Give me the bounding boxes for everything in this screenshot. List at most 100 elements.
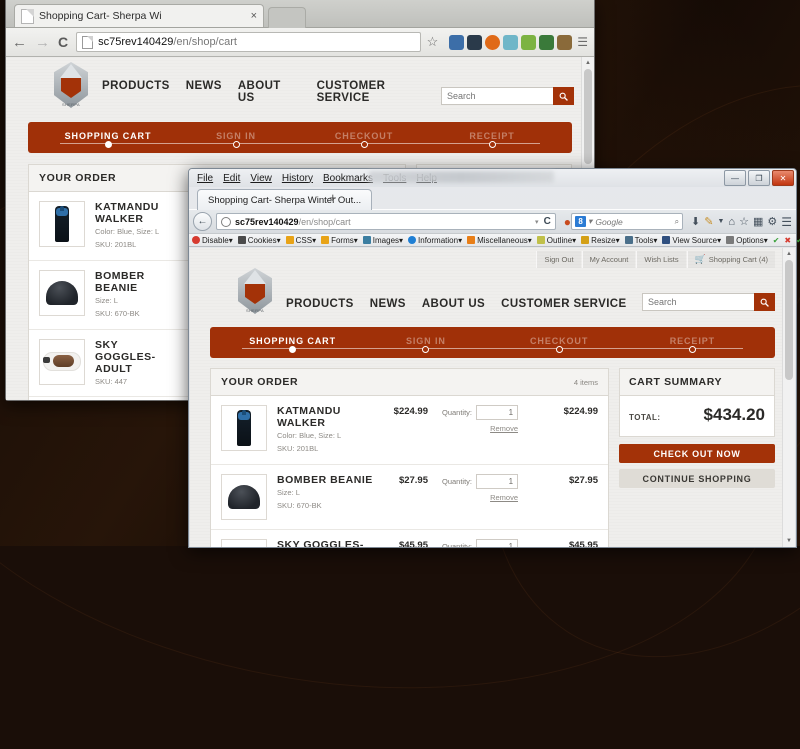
extension-selenium-icon[interactable]	[539, 34, 555, 50]
progress-step-sign-in[interactable]: SIGN IN	[172, 131, 300, 141]
star-icon[interactable]: ☆	[739, 215, 749, 228]
product-thumbnail[interactable]	[221, 473, 267, 520]
search-input[interactable]	[642, 293, 754, 311]
devbar-item-images[interactable]: Images ▾	[362, 236, 403, 245]
dropdown-caret-icon[interactable]: ▼	[717, 218, 724, 225]
menu-edit[interactable]: Edit	[223, 173, 240, 184]
site-search[interactable]	[642, 293, 775, 311]
pocket-icon[interactable]: ⚙	[767, 215, 777, 228]
product-name[interactable]: KATMANDU WALKER	[277, 405, 376, 429]
chrome-address-bar[interactable]: sc75rev140429/en/shop/cart	[76, 32, 421, 52]
product-name[interactable]: BOMBER BEANIE	[277, 474, 376, 486]
chrome-tab-strip[interactable]: Shopping Cart- Sherpa Wi ×	[6, 0, 594, 28]
product-thumbnail[interactable]	[39, 338, 85, 385]
link-sign-out[interactable]: Sign Out	[536, 251, 580, 268]
product-name[interactable]: BOMBER BEANIE	[95, 270, 173, 294]
sherpa-logo-icon[interactable]: SHERPA	[238, 268, 272, 314]
remove-link[interactable]: Remove	[472, 493, 518, 502]
product-name[interactable]: SKY GOGGLES-ADULT	[95, 339, 173, 375]
devbar-item-disable[interactable]: Disable ▾	[192, 236, 233, 245]
progress-step-sign-in[interactable]: SIGN IN	[359, 336, 492, 346]
scroll-down-icon[interactable]: ▼	[783, 535, 795, 547]
firefox-address-bar[interactable]: sc75rev140429/en/shop/cart ▾ C	[216, 213, 556, 230]
nav-item-news[interactable]: NEWS	[186, 80, 222, 104]
link-shopping-cart[interactable]: 🛒 Shopping Cart (4)	[686, 251, 775, 268]
firefox-browser-window[interactable]: File Edit View History Bookmarks Tools H…	[188, 168, 800, 548]
progress-step-shopping-cart[interactable]: SHOPPING CART	[226, 336, 359, 346]
progress-step-shopping-cart[interactable]: SHOPPING CART	[44, 131, 172, 141]
continue-shopping-button[interactable]: CONTINUE SHOPPING	[619, 469, 775, 488]
library-icon[interactable]: ▦	[753, 215, 763, 228]
devbar-item-forms[interactable]: Forms ▾	[321, 236, 358, 245]
minimize-button[interactable]: —	[724, 170, 746, 186]
product-thumbnail[interactable]	[221, 405, 267, 451]
product-thumbnail[interactable]	[39, 201, 85, 247]
home-icon[interactable]: ⌂	[728, 216, 735, 228]
devbar-item-options[interactable]: Options ▾	[726, 236, 768, 245]
bookmark-star-icon[interactable]: ☆	[427, 34, 439, 50]
progress-step-receipt[interactable]: RECEIPT	[428, 131, 556, 141]
firefox-tab-strip[interactable]: Shopping Cart- Sherpa Winter Out... +	[189, 187, 796, 210]
devbar-item-outline[interactable]: Outline ▾	[536, 236, 576, 245]
nav-item-customer-service[interactable]: CUSTOMER SERVICE	[501, 298, 626, 310]
chrome-new-tab-button[interactable]	[268, 7, 306, 28]
devbar-item-cookies[interactable]: Cookies ▾	[237, 236, 281, 245]
reload-icon[interactable]: C	[58, 34, 68, 50]
search-submit-button[interactable]	[754, 293, 775, 311]
link-wish-lists[interactable]: Wish Lists	[636, 251, 685, 268]
nav-item-about-us[interactable]: ABOUT US	[238, 80, 301, 104]
search-engine-caret-icon[interactable]: ▾	[588, 216, 592, 227]
search-submit-button[interactable]	[553, 87, 574, 105]
menu-history[interactable]: History	[282, 173, 313, 184]
quantity-input[interactable]	[476, 405, 519, 420]
url-dropdown-caret-icon[interactable]: ▾	[535, 218, 539, 226]
search-magnifier-icon[interactable]: ⌕	[675, 217, 679, 227]
nav-item-news[interactable]: NEWS	[370, 298, 406, 310]
product-thumbnail[interactable]	[39, 269, 85, 316]
product-name[interactable]: KATMANDU WALKER	[95, 201, 173, 225]
hamburger-menu-icon[interactable]: ☰	[781, 215, 792, 229]
scrollbar-thumb[interactable]	[584, 69, 592, 164]
chrome-menu-icon[interactable]: ☰	[577, 35, 588, 49]
scrollbar-thumb[interactable]	[785, 260, 793, 380]
progress-step-checkout[interactable]: CHECKOUT	[493, 336, 626, 346]
extension-key-icon[interactable]	[557, 34, 573, 50]
extension-blue-icon[interactable]	[449, 34, 465, 50]
devbar-item-css[interactable]: CSS ▾	[285, 236, 316, 245]
back-icon[interactable]: ←	[12, 34, 27, 51]
firefox-search-bar[interactable]: 8 ▾ Google ⌕	[571, 213, 684, 230]
chrome-tab[interactable]: Shopping Cart- Sherpa Wi ×	[14, 4, 264, 27]
bookmark-pen-icon[interactable]: ✎	[704, 215, 713, 228]
devbar-item-view-source[interactable]: View Source ▾	[662, 236, 721, 245]
extension-dark-icon[interactable]	[467, 34, 483, 50]
firefox-tab[interactable]: Shopping Cart- Sherpa Winter Out...	[197, 189, 373, 210]
devbar-item-resize[interactable]: Resize ▾	[581, 236, 620, 245]
forward-icon[interactable]: →	[35, 34, 50, 51]
nav-item-customer-service[interactable]: CUSTOMER SERVICE	[317, 80, 441, 104]
extension-green-icon[interactable]	[521, 34, 537, 50]
scroll-up-icon[interactable]: ▲	[582, 57, 594, 69]
search-engine-icon[interactable]: 8	[575, 216, 587, 227]
scroll-up-icon[interactable]: ▲	[783, 248, 795, 260]
nav-item-products[interactable]: PRODUCTS	[286, 298, 354, 310]
maximize-button[interactable]: ❐	[748, 170, 770, 186]
menu-file[interactable]: File	[197, 173, 213, 184]
nav-item-products[interactable]: PRODUCTS	[102, 80, 170, 104]
progress-step-receipt[interactable]: RECEIPT	[626, 336, 759, 346]
extension-teal-icon[interactable]	[503, 34, 519, 50]
menu-view[interactable]: View	[250, 173, 272, 184]
menu-bookmarks[interactable]: Bookmarks	[323, 173, 373, 184]
devbar-item-miscellaneous[interactable]: Miscellaneous ▾	[467, 236, 532, 245]
new-tab-plus-icon[interactable]: +	[329, 190, 337, 205]
search-input[interactable]	[441, 87, 553, 105]
adblock-icon[interactable]: ●	[564, 215, 571, 229]
devbar-item-information[interactable]: Information ▾	[408, 236, 462, 245]
link-my-account[interactable]: My Account	[581, 251, 636, 268]
quantity-input[interactable]	[476, 473, 519, 489]
nav-item-about-us[interactable]: ABOUT US	[422, 298, 485, 310]
close-tab-icon[interactable]: ×	[251, 10, 257, 22]
close-button[interactable]: ✕	[772, 170, 794, 186]
devbar-item-tools[interactable]: Tools ▾	[624, 236, 657, 245]
reload-icon[interactable]: C	[544, 216, 551, 227]
sherpa-logo-icon[interactable]: SHERPA	[54, 62, 88, 108]
